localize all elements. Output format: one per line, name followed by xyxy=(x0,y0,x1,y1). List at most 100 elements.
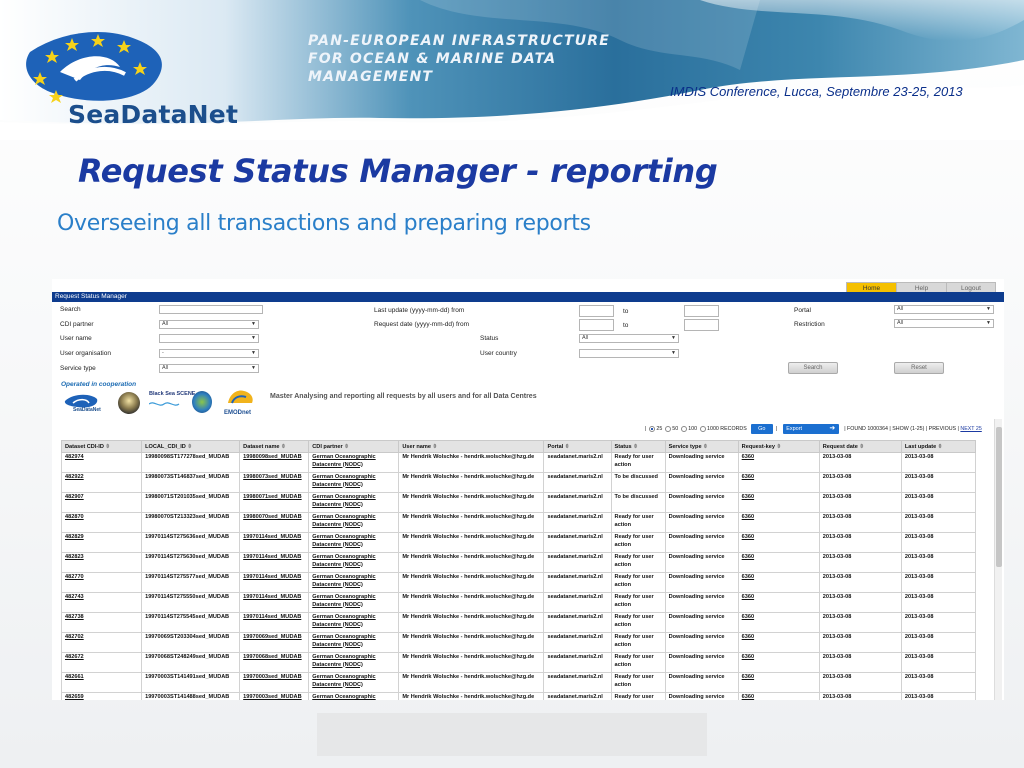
sort-icon[interactable]: ⇳ xyxy=(563,444,570,450)
sort-icon[interactable]: ⇳ xyxy=(343,444,349,450)
sort-icon[interactable]: ⇳ xyxy=(186,444,192,450)
table-cell[interactable]: German Oceanographic Datacentre (NODC) xyxy=(308,452,400,473)
request-date-from-input[interactable] xyxy=(579,319,614,331)
table-cell[interactable]: German Oceanographic Datacentre (NODC) xyxy=(308,592,400,613)
column-header[interactable]: Service type ⇳ xyxy=(664,440,739,453)
user-organisation-select[interactable]: - ▼ xyxy=(159,349,259,358)
radio-100[interactable] xyxy=(681,426,688,432)
table-cell[interactable]: 6360 xyxy=(737,492,820,513)
radio-25[interactable] xyxy=(649,426,656,432)
table-cell[interactable]: 6360 xyxy=(737,532,820,553)
scrollbar-thumb[interactable] xyxy=(996,427,1002,567)
table-cell[interactable]: 482672 xyxy=(60,652,143,673)
table-row[interactable]: 482870 19980070ST213323sed_MUDAB 19980070s… xyxy=(60,512,977,533)
table-cell[interactable]: 19970069sed_MUDAB xyxy=(239,632,310,653)
table-cell[interactable]: 482829 xyxy=(60,532,143,553)
service-type-select[interactable]: All ▼ xyxy=(159,364,259,373)
sort-icon[interactable]: ⇳ xyxy=(775,444,781,450)
table-cell[interactable]: 482770 xyxy=(60,572,143,593)
vertical-scrollbar[interactable] xyxy=(994,419,1002,700)
table-cell[interactable]: 482907 xyxy=(60,492,143,513)
table-cell[interactable]: 19970114sed_MUDAB xyxy=(239,552,310,573)
table-cell[interactable]: 19970003sed_MUDAB xyxy=(239,672,310,693)
table-cell[interactable]: 19980098sed_MUDAB xyxy=(239,452,310,473)
table-cell[interactable]: German Oceanographic Datacentre (NODC) xyxy=(308,652,400,673)
search-input[interactable] xyxy=(159,305,263,314)
table-cell[interactable]: 482922 xyxy=(60,472,143,493)
table-cell[interactable]: 6360 xyxy=(737,612,820,633)
restriction-select[interactable]: All ▼ xyxy=(894,319,994,328)
table-cell[interactable]: 6360 xyxy=(737,632,820,653)
reset-button[interactable]: Reset xyxy=(894,362,944,374)
table-cell[interactable]: 19980071sed_MUDAB xyxy=(239,492,310,513)
last-update-to-input[interactable] xyxy=(684,305,719,317)
table-cell[interactable]: 482702 xyxy=(60,632,143,653)
table-cell[interactable]: 482743 xyxy=(60,592,143,613)
column-header[interactable]: Last update ⇳ xyxy=(900,440,977,453)
column-header[interactable]: Dataset name ⇳ xyxy=(239,440,310,453)
table-cell[interactable]: 6360 xyxy=(737,692,820,700)
table-row[interactable]: 482922 19980073ST146837sed_MUDAB 19980073s… xyxy=(60,472,977,493)
column-header[interactable]: Status ⇳ xyxy=(610,440,666,453)
sort-icon[interactable]: ⇳ xyxy=(702,444,708,450)
table-cell[interactable]: 19970114sed_MUDAB xyxy=(239,532,310,553)
next-page-link[interactable]: NEXT 25 xyxy=(960,426,981,432)
table-row[interactable]: 482770 19970114ST275577sed_MUDAB 19970114s… xyxy=(60,572,977,593)
sort-icon[interactable]: ⇳ xyxy=(431,444,437,450)
column-header[interactable]: Portal ⇳ xyxy=(543,440,612,453)
table-cell[interactable]: 19970114sed_MUDAB xyxy=(239,612,310,633)
table-cell[interactable]: 19980073sed_MUDAB xyxy=(239,472,310,493)
table-row[interactable]: 482738 19970114ST275545sed_MUDAB 19970114s… xyxy=(60,612,977,633)
cdi-partner-select[interactable]: All ▼ xyxy=(159,320,259,329)
table-cell[interactable]: German Oceanographic Datacentre (NODC) xyxy=(308,572,400,593)
table-row[interactable]: 482672 19970068ST248249sed_MUDAB 19970068s… xyxy=(60,652,977,673)
table-cell[interactable]: 482738 xyxy=(60,612,143,633)
table-cell[interactable]: 482823 xyxy=(60,552,143,573)
table-cell[interactable]: 6360 xyxy=(737,652,820,673)
table-cell[interactable]: 19970114sed_MUDAB xyxy=(239,572,310,593)
portal-select[interactable]: All ▼ xyxy=(894,305,994,314)
request-date-to-input[interactable] xyxy=(684,319,719,331)
table-row[interactable]: 482659 19970003ST141488sed_MUDAB 19970003s… xyxy=(60,692,977,700)
table-row[interactable]: 482907 19980071ST201035sed_MUDAB 19980071s… xyxy=(60,492,977,513)
column-header[interactable]: Dataset CDI-ID ⇳ xyxy=(60,440,143,453)
sort-icon[interactable]: ⇳ xyxy=(858,444,864,450)
column-header[interactable]: LOCAL_CDI_ID ⇳ xyxy=(141,440,241,453)
table-cell[interactable]: 6360 xyxy=(737,572,820,593)
table-cell[interactable]: German Oceanographic Datacentre (NODC) xyxy=(308,612,400,633)
table-cell[interactable]: German Oceanographic Datacentre (NODC) xyxy=(308,492,400,513)
table-cell[interactable]: German Oceanographic Datacentre (NODC) xyxy=(308,552,400,573)
table-cell[interactable]: 6360 xyxy=(737,472,820,493)
table-row[interactable]: 482702 19970069ST203304sed_MUDAB 19970069s… xyxy=(60,632,977,653)
table-cell[interactable]: 19970068sed_MUDAB xyxy=(239,652,310,673)
table-cell[interactable]: 6360 xyxy=(737,452,820,473)
sort-icon[interactable]: ⇳ xyxy=(104,444,110,450)
column-header[interactable]: CDI partner ⇳ xyxy=(308,440,400,453)
status-select[interactable]: All ▼ xyxy=(579,334,679,343)
table-cell[interactable]: 482974 xyxy=(60,452,143,473)
column-header[interactable]: Request-key ⇳ xyxy=(737,440,820,453)
export-button[interactable]: Export ➜ xyxy=(783,424,840,434)
table-cell[interactable]: 6360 xyxy=(737,552,820,573)
table-cell[interactable]: 19980070sed_MUDAB xyxy=(239,512,310,533)
table-row[interactable]: 482829 19970114ST275636sed_MUDAB 19970114s… xyxy=(60,532,977,553)
table-row[interactable]: 482974 19980098ST177278sed_MUDAB 19980098s… xyxy=(60,452,977,473)
column-header[interactable]: Request date ⇳ xyxy=(818,440,902,453)
table-cell[interactable]: 482659 xyxy=(60,692,143,700)
table-row[interactable]: 482661 19970003ST141491sed_MUDAB 19970003s… xyxy=(60,672,977,693)
user-country-select[interactable]: ▼ xyxy=(579,349,679,358)
table-row[interactable]: 482743 19970114ST275550sed_MUDAB 19970114s… xyxy=(60,592,977,613)
table-cell[interactable]: German Oceanographic Datacentre (NODC) xyxy=(308,672,400,693)
last-update-from-input[interactable] xyxy=(579,305,614,317)
table-cell[interactable]: German Oceanographic Datacentre (NODC) xyxy=(308,532,400,553)
radio-50[interactable] xyxy=(665,426,672,432)
table-cell[interactable]: German Oceanographic Datacentre (NODC) xyxy=(308,692,400,700)
sort-icon[interactable]: ⇳ xyxy=(632,444,638,450)
sort-icon[interactable]: ⇳ xyxy=(280,444,286,450)
table-cell[interactable]: 6360 xyxy=(737,592,820,613)
table-cell[interactable]: 482661 xyxy=(60,672,143,693)
sort-icon[interactable]: ⇳ xyxy=(936,444,943,450)
table-cell[interactable]: German Oceanographic Datacentre (NODC) xyxy=(308,632,400,653)
table-cell[interactable]: 6360 xyxy=(737,512,820,533)
radio-1000[interactable] xyxy=(700,426,707,432)
